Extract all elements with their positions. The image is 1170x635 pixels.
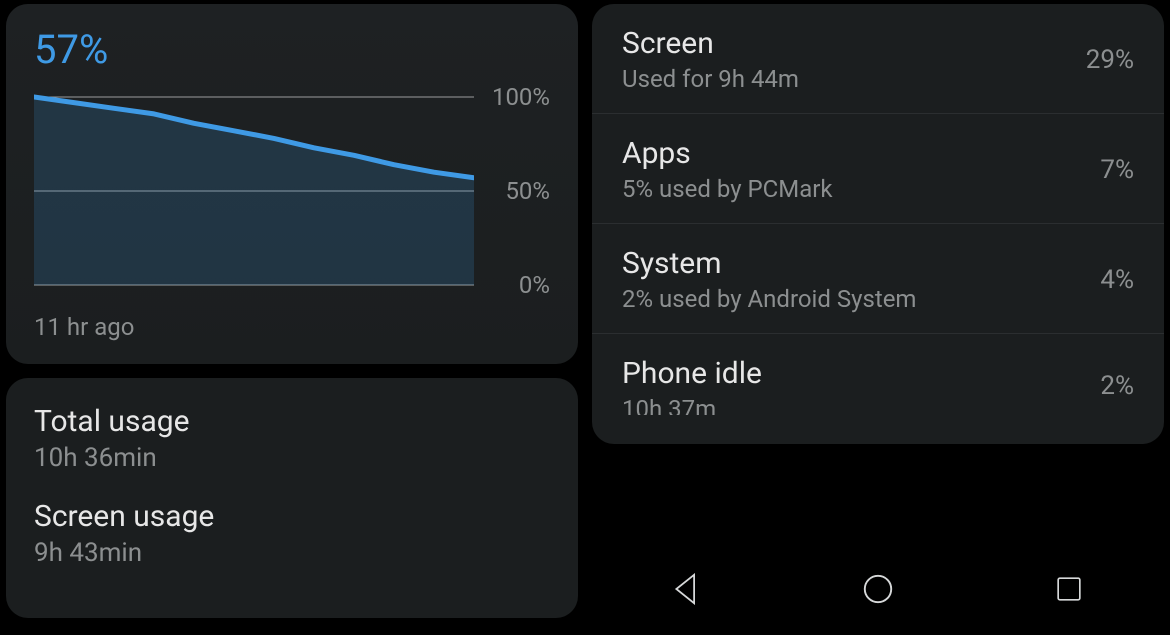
consumer-sub: 10h 37m <box>622 395 1100 415</box>
total-usage-value: 10h 36min <box>34 443 550 473</box>
consumer-sub: 5% used by PCMark <box>622 175 1100 203</box>
usage-card: Total usage 10h 36min Screen usage 9h 43… <box>6 378 578 618</box>
battery-percent: 57% <box>34 26 550 73</box>
chart-y-labels: 100% 50% 0% <box>488 91 550 291</box>
navigation-bar <box>592 549 1164 629</box>
recents-icon <box>1054 574 1084 604</box>
recents-button[interactable] <box>1049 569 1089 609</box>
consumer-row-system[interactable]: System 2% used by Android System 4% <box>592 224 1164 334</box>
back-icon <box>671 573 703 605</box>
battery-chart-card[interactable]: 57% 100% 50% 0% 11 hr ag <box>6 4 578 364</box>
y-label-0: 0% <box>519 271 550 299</box>
total-usage-row[interactable]: Total usage 10h 36min <box>34 404 550 473</box>
consumer-pct: 7% <box>1100 155 1134 185</box>
chart-x-label: 11 hr ago <box>34 313 550 341</box>
y-label-100: 100% <box>492 83 550 111</box>
consumer-pct: 4% <box>1100 265 1134 295</box>
consumer-sub: Used for 9h 44m <box>622 65 1086 93</box>
consumer-row-screen[interactable]: Screen Used for 9h 44m 29% <box>592 4 1164 114</box>
consumer-title: System <box>622 246 1100 281</box>
screen-usage-label: Screen usage <box>34 499 550 534</box>
screen-usage-row[interactable]: Screen usage 9h 43min <box>34 499 550 568</box>
consumer-row-phone-idle[interactable]: Phone idle 10h 37m 2% <box>592 334 1164 421</box>
consumer-title: Screen <box>622 26 1086 61</box>
total-usage-label: Total usage <box>34 404 550 439</box>
consumer-row-apps[interactable]: Apps 5% used by PCMark 7% <box>592 114 1164 224</box>
y-label-50: 50% <box>505 177 550 205</box>
back-button[interactable] <box>667 569 707 609</box>
consumer-title: Phone idle <box>622 356 1100 391</box>
consumers-card: Screen Used for 9h 44m 29% Apps 5% used … <box>592 4 1164 444</box>
home-button[interactable] <box>858 569 898 609</box>
home-icon <box>861 572 895 606</box>
consumer-pct: 29% <box>1086 45 1134 75</box>
screen-usage-value: 9h 43min <box>34 538 550 568</box>
battery-chart: 100% 50% 0% <box>34 91 550 291</box>
consumer-pct: 2% <box>1100 371 1134 401</box>
battery-chart-svg <box>34 91 474 291</box>
consumer-sub: 2% used by Android System <box>622 285 1100 313</box>
consumer-title: Apps <box>622 136 1100 171</box>
